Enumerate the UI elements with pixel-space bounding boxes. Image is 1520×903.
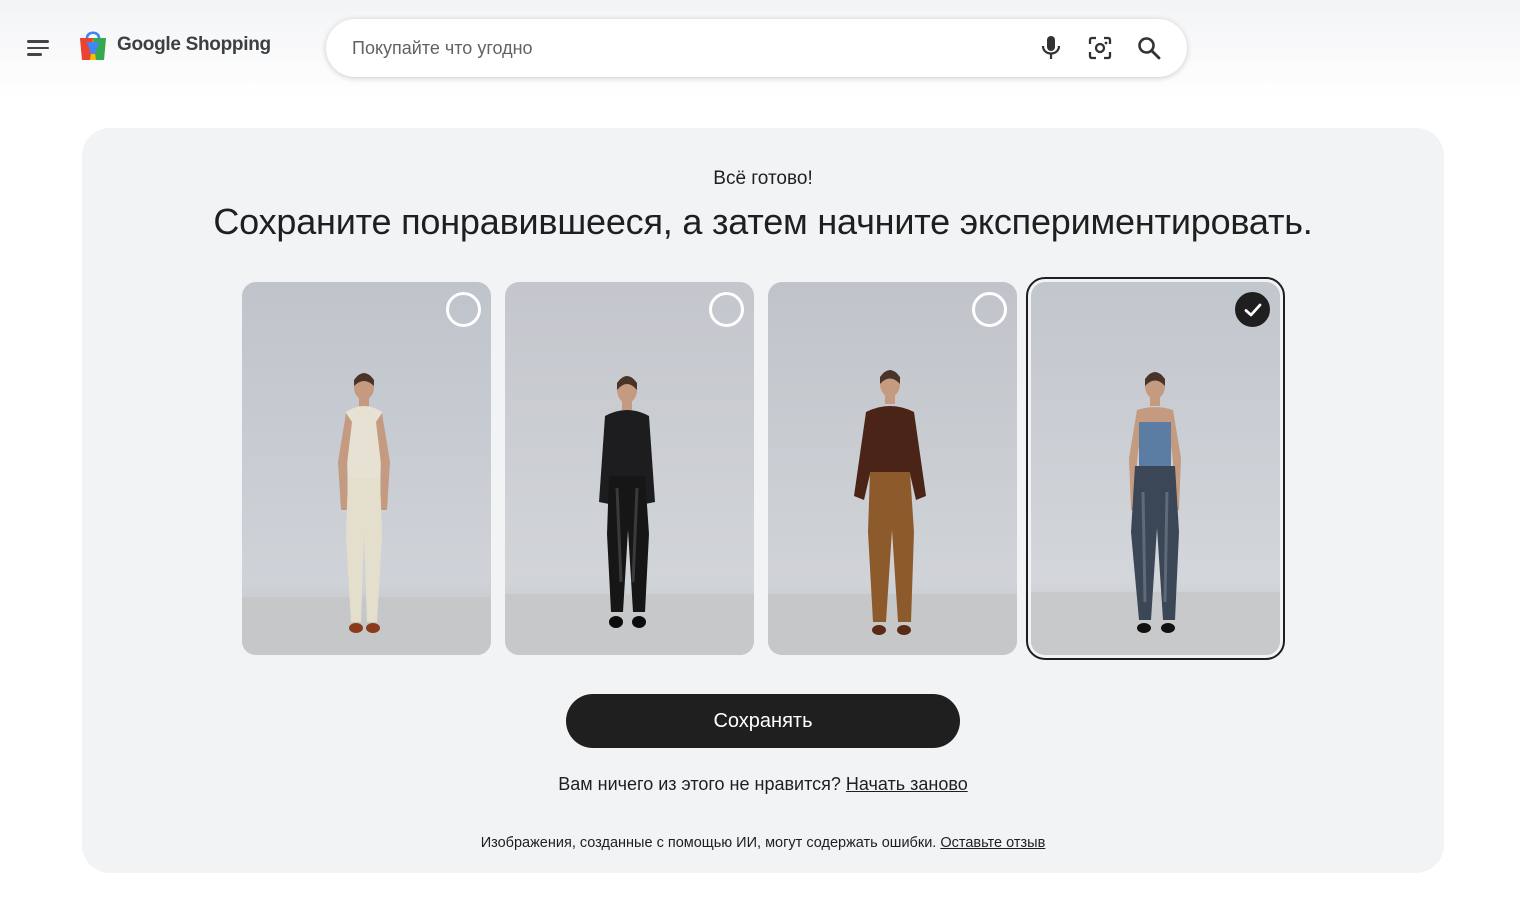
lens-camera-icon[interactable] <box>1086 34 1114 62</box>
hamburger-menu-icon[interactable] <box>22 31 56 65</box>
select-radio[interactable] <box>709 292 744 327</box>
shopping-bag-icon <box>80 31 106 60</box>
status-label: Всё готово! <box>713 168 813 189</box>
google-shopping-logo[interactable]: Google Shopping <box>78 28 271 62</box>
outfit-grid <box>242 277 1285 660</box>
outfit-photo <box>1031 282 1280 655</box>
search-bar <box>326 19 1187 77</box>
retry-question: Вам ничего из этого не нравится? <box>558 774 841 794</box>
feedback-link[interactable]: Оставьте отзыв <box>940 835 1045 851</box>
page-title: Сохраните понравившееся, а затем начните… <box>213 201 1313 242</box>
microphone-icon[interactable] <box>1037 34 1065 62</box>
search-input[interactable] <box>352 33 1012 63</box>
outfit-photo <box>242 282 491 655</box>
select-radio[interactable] <box>972 292 1007 327</box>
retry-row: Вам ничего из этого не нравится? Начать … <box>82 774 1444 795</box>
outfit-photo <box>505 282 754 655</box>
disclaimer-text: Изображения, созданные с помощью ИИ, мог… <box>480 835 937 851</box>
outfit-photo <box>768 282 1017 655</box>
outfit-tile-1[interactable] <box>242 282 491 655</box>
outfit-tile-2[interactable] <box>505 282 754 655</box>
logo-text: Google Shopping <box>117 34 271 55</box>
outfit-tile-3[interactable] <box>768 282 1017 655</box>
checkmark-icon <box>1244 303 1261 316</box>
outfit-tile-4[interactable] <box>1026 277 1285 660</box>
search-icon[interactable] <box>1135 34 1163 62</box>
start-over-link[interactable]: Начать заново <box>846 774 968 794</box>
select-radio[interactable] <box>446 292 481 327</box>
ai-disclaimer: Изображения, созданные с помощью ИИ, мог… <box>82 835 1444 851</box>
top-bar: Google Shopping <box>0 0 1520 100</box>
try-on-results-card: Всё готово! Сохраните понравившееся, а з… <box>82 128 1444 873</box>
select-radio-checked[interactable] <box>1235 292 1270 327</box>
save-button[interactable]: Сохранять <box>566 694 960 748</box>
